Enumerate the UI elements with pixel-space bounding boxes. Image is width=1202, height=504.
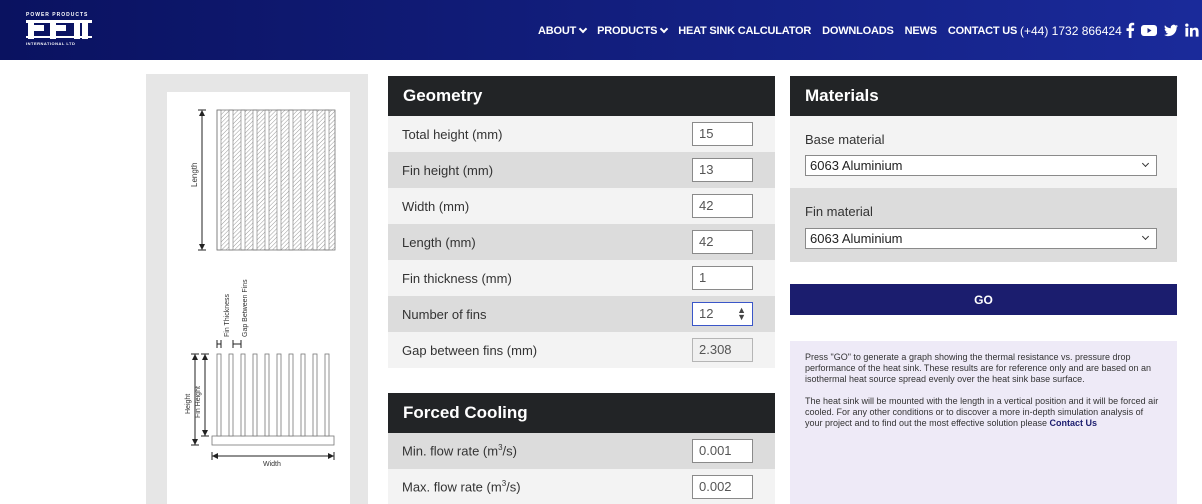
row-fin-height: Fin height (mm) 13 — [388, 152, 775, 188]
number-of-fins-label: Number of fins — [402, 306, 487, 322]
twitter-icon[interactable] — [1164, 22, 1178, 38]
row-max-flow-rate: Max. flow rate (m3/s) 0.002 — [388, 469, 775, 504]
width-row-label: Width (mm) — [402, 198, 470, 214]
fin-thickness-row-label: Fin thickness (mm) — [402, 270, 512, 286]
phone-number[interactable]: (+44) 1732 866424 — [1020, 24, 1122, 38]
top-view-fins — [216, 109, 336, 251]
nav-about[interactable]: ABOUT — [538, 24, 588, 37]
nav-news[interactable]: NEWS — [905, 25, 937, 37]
top-nav: POWER PRODUCTS INTERNATIONAL LTD ABOUT P… — [0, 0, 1202, 60]
linkedin-icon[interactable] — [1185, 22, 1199, 38]
chevron-down-icon — [1141, 232, 1150, 241]
base-material-value: 6063 Aluminium — [810, 158, 903, 173]
row-length: Length (mm) 42 — [388, 224, 775, 260]
number-of-fins-input[interactable]: 12 ▲ ▼ — [692, 302, 753, 326]
materials-header: Materials — [790, 76, 1177, 116]
stepper-arrows-icon[interactable]: ▲ ▼ — [737, 306, 746, 322]
info-box: Press "GO" to generate a graph showing t… — [790, 341, 1177, 504]
info-paragraph-1: Press "GO" to generate a graph showing t… — [805, 352, 1152, 384]
go-button[interactable]: GO — [790, 284, 1177, 315]
max-flow-rate-label: Max. flow rate (m3/s) — [402, 479, 521, 495]
length-input[interactable]: 42 — [692, 230, 753, 254]
info-paragraph-2: The heat sink will be mounted with the l… — [805, 396, 1159, 428]
forced-cooling-header: Forced Cooling — [388, 393, 775, 433]
min-flow-rate-label: Min. flow rate (m3/s) — [402, 443, 517, 459]
nav-products-label: PRODUCTS — [597, 25, 658, 37]
nav-contact-us[interactable]: CONTACT US — [948, 25, 1017, 37]
nav-downloads[interactable]: DOWNLOADS — [822, 25, 894, 37]
gap-between-fins-output: 2.308 — [692, 338, 753, 362]
width-label: Width — [263, 461, 281, 468]
fin-thickness-input[interactable]: 1 — [692, 266, 753, 290]
fin-material-label: Fin material — [805, 204, 873, 219]
fin-height-label: Fin height (mm) — [402, 162, 494, 178]
gap-between-fins-label: Gap Between Fins — [242, 279, 249, 337]
main-menu: ABOUT PRODUCTS HEAT SINK CALCULATOR DOWN… — [538, 24, 1028, 37]
fin-material-select[interactable]: 6063 Aluminium — [805, 228, 1157, 249]
ppi-logo[interactable]: POWER PRODUCTS INTERNATIONAL LTD — [26, 12, 92, 46]
number-of-fins-value: 12 — [699, 306, 714, 321]
nav-heat-sink-calculator[interactable]: HEAT SINK CALCULATOR — [678, 25, 811, 37]
gap-between-fins-row-label: Gap between fins (mm) — [402, 342, 538, 358]
row-number-of-fins: Number of fins 12 ▲ ▼ — [388, 296, 775, 332]
base-material-block: Base material 6063 Aluminium — [790, 116, 1177, 188]
chevron-down-icon — [578, 24, 588, 34]
diagram-svg: Length Fin Thickness Gap Between Fins He… — [185, 109, 336, 468]
row-width: Width (mm) 42 — [388, 188, 775, 224]
chevron-down-icon — [1141, 159, 1150, 168]
row-total-height: Total height (mm) 15 — [388, 116, 775, 152]
row-min-flow-rate: Min. flow rate (m3/s) 0.001 — [388, 433, 775, 469]
length-row-label: Length (mm) — [402, 234, 476, 250]
nav-about-label: ABOUT — [538, 25, 577, 37]
fin-thickness-label: Fin Thickness — [224, 293, 231, 337]
max-flow-rate-input[interactable]: 0.002 — [692, 475, 753, 499]
fin-material-block: Fin material 6063 Aluminium — [790, 188, 1177, 262]
logo-mark — [26, 20, 92, 39]
fin-material-value: 6063 Aluminium — [810, 231, 903, 246]
page: POWER PRODUCTS INTERNATIONAL LTD ABOUT P… — [0, 0, 1202, 504]
row-gap-between-fins: Gap between fins (mm) 2.308 — [388, 332, 775, 368]
min-flow-rate-input[interactable]: 0.001 — [692, 439, 753, 463]
side-view-fins — [211, 353, 335, 446]
chevron-down-icon — [659, 24, 669, 34]
width-input[interactable]: 42 — [692, 194, 753, 218]
row-fin-thickness: Fin thickness (mm) 1 — [388, 260, 775, 296]
fin-height-label: Fin Height — [195, 386, 202, 418]
nav-products[interactable]: PRODUCTS — [597, 24, 669, 37]
heat-sink-diagram: Length Fin Thickness Gap Between Fins He… — [167, 92, 350, 504]
geometry-header: Geometry — [388, 76, 775, 116]
base-material-select[interactable]: 6063 Aluminium — [805, 155, 1157, 176]
total-height-label: Total height (mm) — [402, 126, 503, 142]
logo-bottom-text: INTERNATIONAL LTD — [26, 41, 76, 46]
height-label: Height — [185, 394, 192, 414]
facebook-icon[interactable] — [1125, 22, 1135, 38]
fin-height-input[interactable]: 13 — [692, 158, 753, 182]
length-label: Length — [190, 163, 199, 187]
base-material-label: Base material — [805, 132, 885, 147]
youtube-icon[interactable] — [1141, 22, 1157, 38]
contact-us-link[interactable]: Contact Us — [1049, 418, 1097, 428]
total-height-input[interactable]: 15 — [692, 122, 753, 146]
